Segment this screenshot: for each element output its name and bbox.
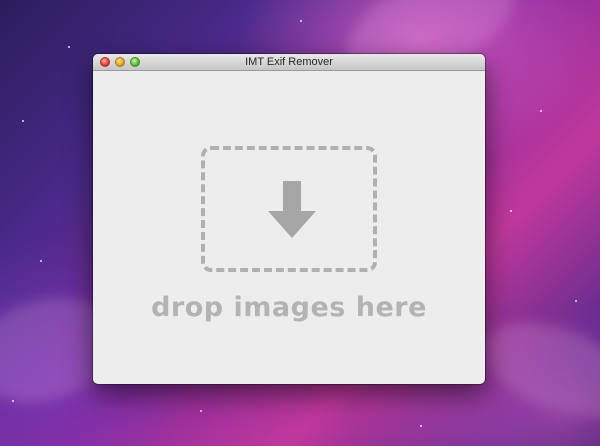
star <box>300 20 302 22</box>
star <box>575 300 577 302</box>
window-title: IMT Exif Remover <box>245 56 333 68</box>
drop-zone[interactable] <box>201 146 377 272</box>
star <box>540 110 542 112</box>
drop-label: drop images here <box>151 292 427 323</box>
star <box>40 260 42 262</box>
arrow-down-icon <box>268 181 316 238</box>
star <box>68 46 70 48</box>
nebula-streak <box>471 305 600 435</box>
star <box>22 120 24 122</box>
star <box>420 425 422 427</box>
star <box>12 400 14 402</box>
app-window: IMT Exif Remover drop images here <box>93 54 485 384</box>
star <box>200 410 202 412</box>
title-bar[interactable]: IMT Exif Remover <box>93 54 485 71</box>
star <box>510 210 512 212</box>
